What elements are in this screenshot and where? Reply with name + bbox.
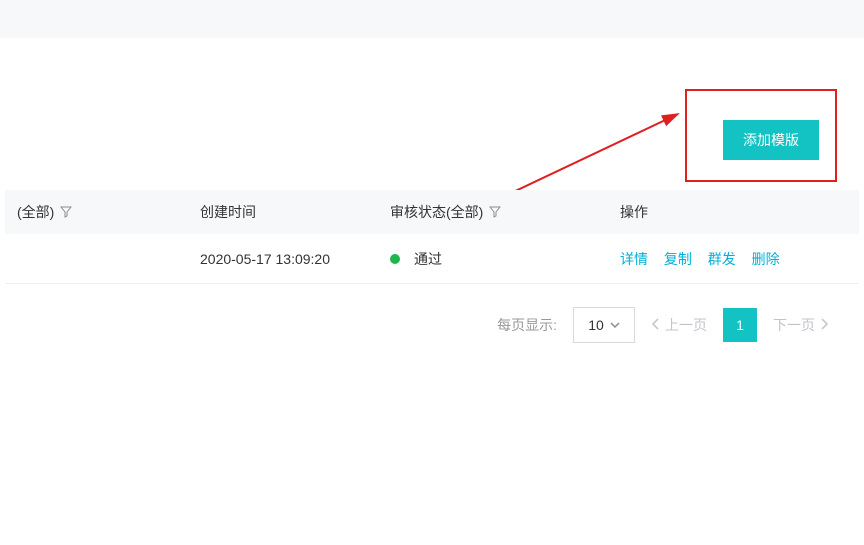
action-bar: 添加模版 xyxy=(5,108,859,182)
chevron-down-icon xyxy=(610,317,620,333)
op-delete-link[interactable]: 删除 xyxy=(752,251,780,267)
prev-page-label: 上一页 xyxy=(665,315,707,335)
op-detail-link[interactable]: 详情 xyxy=(620,251,648,267)
header-ops: 操作 xyxy=(620,202,859,222)
header-type[interactable]: (全部) xyxy=(5,202,200,222)
page-number-current[interactable]: 1 xyxy=(723,308,757,342)
page-root: 添加模版 (全部) 创建时间 审核状态(全部) 操作 2020-05 xyxy=(0,0,864,545)
header-type-label: (全部) xyxy=(17,202,54,222)
chevron-right-icon xyxy=(819,317,829,333)
chevron-left-icon xyxy=(651,317,661,333)
header-status[interactable]: 审核状态(全部) xyxy=(390,202,620,222)
top-strip xyxy=(0,0,864,38)
op-bulk-link[interactable]: 群发 xyxy=(708,251,736,267)
filter-icon[interactable] xyxy=(60,206,72,218)
table-header: (全部) 创建时间 审核状态(全部) 操作 xyxy=(5,190,859,234)
op-copy-link[interactable]: 复制 xyxy=(664,251,692,267)
page-size-select[interactable]: 10 xyxy=(573,307,635,343)
add-template-button[interactable]: 添加模版 xyxy=(723,120,819,160)
next-page-button[interactable]: 下一页 xyxy=(773,315,829,335)
header-created-at[interactable]: 创建时间 xyxy=(200,202,390,222)
cell-created-at: 2020-05-17 13:09:20 xyxy=(200,251,390,267)
prev-page-button[interactable]: 上一页 xyxy=(651,315,707,335)
table-row: 2020-05-17 13:09:20 通过 详情 复制 群发 删除 xyxy=(5,234,859,284)
cell-status: 通过 xyxy=(390,249,620,269)
filter-icon[interactable] xyxy=(489,206,501,218)
next-page-label: 下一页 xyxy=(773,315,815,335)
status-text: 通过 xyxy=(414,249,442,269)
pagination-bar: 每页显示: 10 上一页 1 下一页 xyxy=(5,300,859,350)
page-size-value: 10 xyxy=(588,317,604,333)
cell-ops: 详情 复制 群发 删除 xyxy=(620,249,859,269)
per-page-label: 每页显示: xyxy=(497,315,557,335)
status-dot-icon xyxy=(390,254,400,264)
header-status-label: 审核状态(全部) xyxy=(390,202,483,222)
